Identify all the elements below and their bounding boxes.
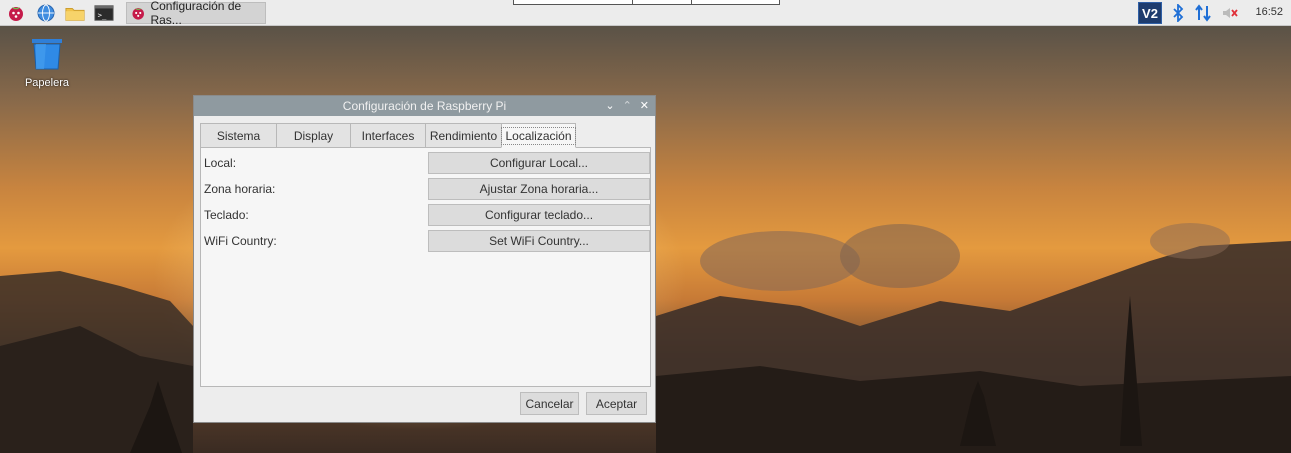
bluetooth-icon[interactable] (1170, 3, 1186, 23)
raspi-config-window: Configuración de Raspberry Pi ⌄ ⌃ ✕ Sist… (193, 95, 656, 423)
timezone-row: Zona horaria: Ajustar Zona horaria... (204, 178, 650, 200)
trash-label: Papelera (24, 77, 70, 89)
volume-muted-icon[interactable] (1220, 3, 1240, 23)
taskbar-window-button[interactable]: Configuración de Ras... (126, 0, 266, 27)
tab-label: Display (293, 128, 334, 143)
set-wifi-country-button[interactable]: Set WiFi Country... (428, 230, 650, 252)
tab-label: Interfaces (361, 128, 415, 143)
trash-icon (32, 39, 62, 70)
wifi-country-row: WiFi Country: Set WiFi Country... (204, 230, 650, 252)
set-locale-button[interactable]: Configurar Local... (428, 152, 650, 174)
tab-rendimiento[interactable]: Rendimiento (425, 123, 502, 147)
wifi-country-label: WiFi Country: (204, 234, 277, 248)
localization-panel: Local: Configurar Local... Zona horaria:… (200, 147, 651, 387)
keyboard-label: Teclado: (204, 208, 249, 222)
network-arrows-icon[interactable] (1193, 3, 1213, 23)
tab-localizacion[interactable]: Localización (501, 123, 576, 148)
set-keyboard-button[interactable]: Configurar teclado... (428, 204, 650, 226)
tab-label: Rendimiento (429, 128, 498, 143)
trash-desktop-item[interactable]: Papelera (21, 38, 73, 89)
tab-interfaces[interactable]: Interfaces (350, 123, 426, 147)
set-timezone-button[interactable]: Ajustar Zona horaria... (428, 178, 650, 200)
keyboard-row: Teclado: Configurar teclado... (204, 204, 650, 226)
raspberry-icon (132, 8, 144, 20)
ok-button[interactable]: Aceptar (586, 392, 647, 415)
tab-label: Sistema (216, 128, 261, 143)
cancel-button[interactable]: Cancelar (520, 392, 579, 415)
chevron-down-icon[interactable]: ⌄ (605, 99, 614, 112)
raspberry-menu-icon[interactable] (6, 3, 26, 23)
close-icon[interactable]: ✕ (640, 99, 649, 112)
window-title: Configuración de Raspberry Pi (342, 99, 507, 113)
tab-bar: Sistema Display Interfaces Rendimiento L… (200, 123, 576, 148)
locale-row: Local: Configurar Local... (204, 152, 650, 174)
globe-icon[interactable] (36, 3, 56, 23)
chevron-up-icon[interactable]: ⌃ (623, 99, 632, 112)
window-titlebar[interactable]: Configuración de Raspberry Pi ⌄ ⌃ ✕ (194, 96, 655, 116)
terminal-icon[interactable]: >_ (94, 3, 114, 23)
top-edge-strip (513, 0, 780, 5)
tab-sistema[interactable]: Sistema (200, 123, 277, 147)
vnc-label: V2 (1142, 5, 1158, 21)
svg-text:>_: >_ (98, 11, 107, 20)
taskbar-window-label: Configuración de Ras... (150, 0, 242, 27)
timezone-label: Zona horaria: (204, 182, 276, 196)
taskbar: >_ Configuración de Ras... V2 16:52 (0, 0, 1291, 27)
clock[interactable]: 16:52 (1255, 6, 1283, 18)
tab-label: Localización (501, 126, 576, 145)
vnc-icon[interactable]: V2 (1138, 2, 1162, 24)
locale-label: Local: (204, 156, 237, 170)
tab-display[interactable]: Display (276, 123, 351, 147)
folder-icon[interactable] (65, 3, 85, 23)
